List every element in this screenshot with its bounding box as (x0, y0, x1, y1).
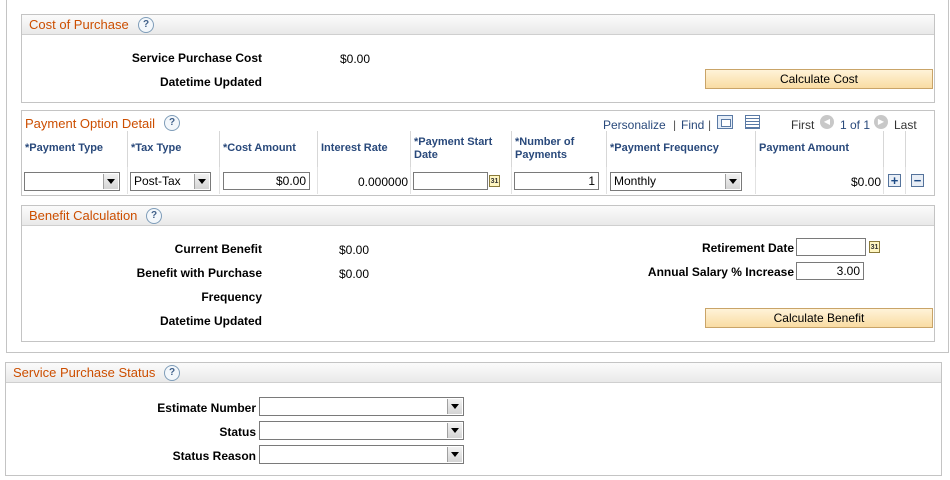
chevron-down-icon (103, 174, 118, 189)
chevron-down-icon (447, 399, 462, 414)
benefit-calculation-section: Benefit Calculation ? Current Benefit $0… (21, 205, 935, 342)
chevron-down-icon (447, 423, 462, 438)
payment-frequency-value: Monthly (614, 174, 657, 188)
retirement-date-input[interactable] (796, 238, 866, 256)
col-interest-rate-label: Interest Rate (321, 142, 388, 154)
benefit-calculation-header: Benefit Calculation ? (22, 206, 934, 226)
calculate-cost-button[interactable]: Calculate Cost (705, 69, 933, 89)
view-all-icon[interactable] (717, 115, 733, 129)
current-benefit-label: Current Benefit (174, 242, 262, 256)
toolbar-separator: | (673, 118, 677, 132)
benefit-with-purchase-label: Benefit with Purchase (136, 266, 262, 280)
col-delete (906, 131, 932, 167)
service-purchase-status-help-icon[interactable]: ? (164, 365, 180, 381)
number-of-payments-input[interactable]: 1 (514, 172, 599, 190)
annual-salary-increase-value: 3.00 (836, 264, 860, 278)
frequency-label: Frequency (201, 290, 262, 304)
add-row-icon[interactable]: + (888, 174, 901, 187)
benefit-with-purchase-value: $0.00 (339, 267, 370, 281)
col-payment-amount: Payment Amount (756, 131, 884, 167)
col-payment-type: *Payment Type (22, 131, 128, 167)
cost-of-purchase-help-icon[interactable]: ? (138, 17, 154, 33)
service-purchase-cost-label: Service Purchase Cost (131, 51, 262, 65)
annual-salary-increase-input[interactable]: 3.00 (796, 262, 864, 280)
benefit-calculation-help-icon[interactable]: ? (146, 208, 162, 224)
payment-type-select[interactable] (24, 172, 120, 191)
annual-salary-increase-label: Annual Salary % Increase (647, 265, 794, 279)
chevron-down-icon (447, 447, 462, 462)
service-purchase-cost-value: $0.00 (340, 52, 371, 66)
cost-of-purchase-section: Cost of Purchase ? Service Purchase Cost… (21, 14, 935, 103)
number-of-payments-value: 1 (588, 174, 595, 188)
col-tax-type-label: *Tax Type (131, 142, 182, 154)
col-payment-start-date-label: *Payment Start Date (414, 136, 493, 161)
estimate-number-label: Estimate Number (157, 401, 256, 415)
download-grid-icon[interactable] (745, 115, 760, 129)
col-add (884, 131, 906, 167)
calendar-icon[interactable]: 31 (869, 241, 880, 253)
cost-amount-input[interactable]: $0.00 (223, 172, 310, 190)
payment-option-help-icon[interactable]: ? (164, 115, 180, 131)
col-payment-type-label: *Payment Type (25, 142, 104, 154)
benefit-datetime-updated-label: Datetime Updated (159, 314, 262, 328)
tax-type-value: Post-Tax (134, 174, 181, 188)
cost-of-purchase-header: Cost of Purchase ? (22, 15, 934, 35)
chevron-down-icon (194, 174, 209, 189)
col-tax-type: *Tax Type (128, 131, 220, 167)
first-label: First (791, 118, 815, 132)
estimate-number-select[interactable] (259, 397, 464, 416)
last-label: Last (894, 118, 917, 132)
chevron-down-icon (725, 174, 740, 189)
cost-amount-value: $0.00 (275, 174, 306, 188)
col-payment-frequency-label: *Payment Frequency (610, 142, 719, 154)
col-payment-amount-label: Payment Amount (759, 142, 850, 154)
service-purchase-status-header: Service Purchase Status ? (6, 363, 941, 383)
delete-row-icon[interactable]: − (911, 174, 924, 187)
toolbar-separator-2: | (708, 118, 712, 132)
col-cost-amount-label: *Cost Amount (223, 142, 296, 154)
next-icon[interactable]: ▶ (874, 115, 888, 129)
cost-of-purchase-title: Cost of Purchase (29, 17, 129, 32)
page-indicator: 1 of 1 (840, 118, 871, 132)
status-select[interactable] (259, 421, 464, 440)
service-purchase-status-section: Service Purchase Status ? Estimate Numbe… (5, 362, 942, 476)
current-benefit-value: $0.00 (339, 243, 370, 257)
personalize-link[interactable]: Personalize (603, 118, 666, 132)
calculate-benefit-button[interactable]: Calculate Benefit (705, 308, 933, 328)
col-number-of-payments: *Number of Payments (512, 131, 607, 167)
status-reason-label: Status Reason (172, 449, 256, 463)
status-reason-select[interactable] (259, 445, 464, 464)
retirement-date-label: Retirement Date (701, 241, 794, 255)
service-purchase-status-title: Service Purchase Status (13, 365, 156, 380)
col-interest-rate: Interest Rate (318, 131, 411, 167)
col-number-of-payments-label: *Number of Payments (515, 136, 575, 161)
interest-rate-value: 0.000000 (358, 175, 409, 189)
payment-frequency-select[interactable]: Monthly (610, 172, 742, 191)
payment-start-date-input[interactable] (413, 172, 488, 190)
tax-type-select[interactable]: Post-Tax (130, 172, 211, 191)
col-payment-start-date: *Payment Start Date (411, 131, 512, 167)
col-cost-amount: *Cost Amount (220, 131, 318, 167)
prev-icon[interactable]: ◀ (820, 115, 834, 129)
find-link[interactable]: Find (681, 118, 704, 132)
payment-option-detail-title: Payment Option Detail (25, 116, 156, 131)
calendar-icon[interactable]: 31 (489, 175, 500, 187)
payment-amount-value: $0.00 (851, 175, 882, 189)
col-payment-frequency: *Payment Frequency (607, 131, 756, 167)
status-label: Status (219, 425, 256, 439)
cost-datetime-updated-label: Datetime Updated (159, 75, 262, 89)
benefit-calculation-title: Benefit Calculation (29, 208, 138, 223)
